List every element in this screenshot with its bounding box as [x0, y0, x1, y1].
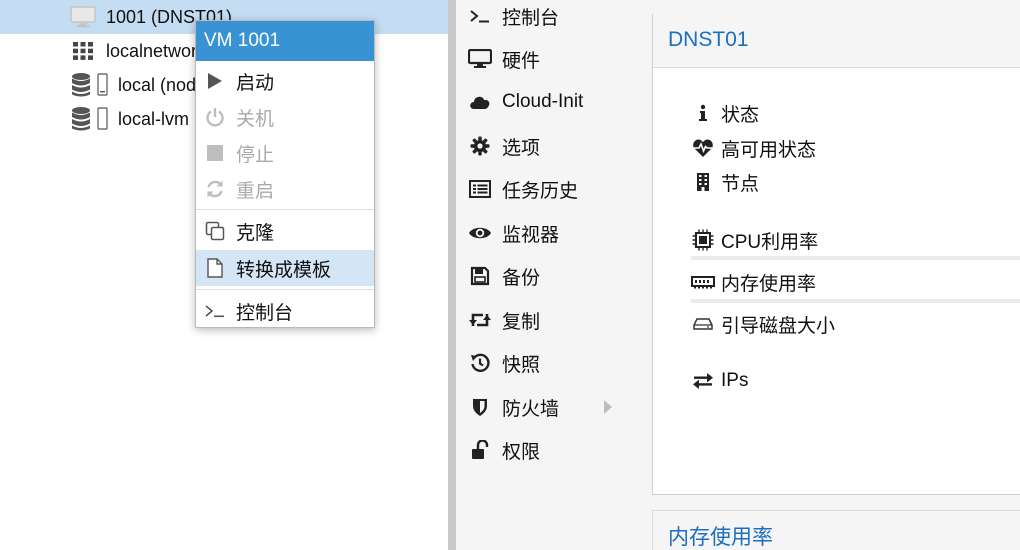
file-icon [204, 257, 226, 279]
refresh-icon [204, 178, 226, 200]
nav-item-firewall[interactable]: 防火墙 [456, 387, 636, 427]
node-row: 节点 [691, 167, 759, 197]
nav-item-monitor[interactable]: 监视器 [456, 213, 636, 253]
nav-item-console[interactable]: 控制台 [456, 0, 636, 36]
stop-icon [204, 142, 226, 164]
nav-item-replication[interactable]: 复制 [456, 300, 636, 340]
memory-usage-panel-header: 内存使用率 [652, 510, 1020, 550]
terminal-icon [468, 4, 492, 28]
ips-row: IPs [691, 366, 748, 396]
panel-splitter[interactable] [448, 0, 456, 550]
nav-item-label: 防火墙 [502, 398, 560, 420]
menu-item-label: 转换成模板 [236, 259, 332, 281]
tree-item-label: localnetwork [106, 40, 207, 61]
panel-title: DNST01 [668, 28, 749, 51]
nav-item-snapshots[interactable]: 快照 [456, 343, 636, 383]
storage-icon [70, 106, 110, 132]
memory-icon [691, 270, 715, 294]
history-icon [468, 351, 492, 375]
play-icon [204, 70, 226, 92]
nav-item-options[interactable]: 选项 [456, 126, 636, 166]
retweet-icon [468, 308, 492, 332]
nav-item-label: 权限 [502, 441, 541, 463]
memory-usage-bar [691, 299, 1020, 303]
row-label: 节点 [721, 173, 760, 195]
nav-item-label: 任务历史 [502, 180, 579, 202]
nav-item-label: 选项 [502, 137, 541, 159]
nav-item-label: 快照 [502, 354, 541, 376]
clone-icon [204, 220, 226, 242]
bootdisk-size-row: 引导磁盘大小 [691, 309, 835, 339]
cpu-chip-icon [691, 228, 715, 252]
row-label: 引导磁盘大小 [721, 315, 836, 337]
nav-item-label: 监视器 [502, 224, 560, 246]
power-icon [204, 106, 226, 128]
menu-item-label: 关机 [236, 108, 275, 130]
cpu-usage-row: CPU利用率 [691, 225, 818, 255]
building-icon [691, 170, 715, 194]
nav-item-task-history[interactable]: 任务历史 [456, 169, 636, 209]
cpu-usage-bar [691, 256, 1020, 260]
menu-item-label: 停止 [236, 144, 275, 166]
row-label: 内存使用率 [721, 273, 817, 295]
nav-item-hardware[interactable]: 硬件 [456, 39, 636, 79]
menu-item-label: 克隆 [236, 222, 275, 244]
grid-icon [68, 38, 98, 64]
list-icon [468, 177, 492, 201]
vm-monitor-icon [68, 4, 98, 30]
menu-separator [196, 289, 374, 290]
info-icon [691, 101, 715, 125]
panel-title: 内存使用率 [668, 526, 773, 549]
terminal-icon [204, 300, 226, 322]
row-label: IPs [721, 370, 749, 391]
nav-item-label: Cloud-Init [502, 91, 584, 112]
save-icon [468, 264, 492, 288]
context-menu-title: VM 1001 [196, 21, 374, 61]
menu-item-reboot[interactable]: 重启 [196, 171, 374, 207]
menu-separator [196, 209, 374, 210]
nav-item-backup[interactable]: 备份 [456, 256, 636, 296]
row-label: 状态 [721, 104, 760, 126]
eye-icon [468, 221, 492, 245]
summary-panel-header: DNST01 [653, 14, 1020, 68]
menu-item-stop[interactable]: 停止 [196, 135, 374, 171]
menu-item-label: 启动 [236, 72, 275, 94]
menu-item-clone[interactable]: 克隆 [196, 213, 374, 249]
memory-usage-row: 内存使用率 [691, 267, 816, 297]
storage-icon [70, 72, 110, 98]
status-row: 状态 [691, 98, 759, 128]
row-label: 高可用状态 [721, 139, 817, 161]
expand-arrow-icon[interactable] [604, 400, 612, 414]
nav-item-cloud-init[interactable]: Cloud-Init [456, 82, 636, 122]
nav-item-label: 硬件 [502, 50, 541, 72]
vm-config-nav: 控制台 硬件 Cloud-Init 选项 任务历史 监视器 备份 复制 快照 防… [456, 0, 636, 550]
vm-context-menu: VM 1001 启动 关机 停止 重启 克隆 转换成模板 控制台 [195, 20, 375, 328]
cloud-icon [468, 90, 492, 114]
summary-panel: DNST01 状态 高可用状态 节点 CPU利用率 内存使用率 引导磁盘大小 I… [652, 14, 1020, 495]
menu-item-start[interactable]: 启动 [196, 63, 374, 99]
shield-icon [468, 395, 492, 419]
heartbeat-icon [691, 136, 715, 160]
desktop-icon [468, 47, 492, 71]
exchange-icon [691, 369, 715, 393]
menu-item-label: 重启 [236, 180, 275, 202]
nav-item-permissions[interactable]: 权限 [456, 430, 636, 470]
menu-item-label: 控制台 [236, 302, 294, 324]
menu-item-convert-to-template[interactable]: 转换成模板 [196, 250, 374, 286]
hdd-icon [691, 312, 715, 336]
unlock-icon [468, 438, 492, 462]
nav-item-label: 控制台 [502, 7, 560, 29]
menu-item-shutdown[interactable]: 关机 [196, 99, 374, 135]
nav-item-label: 复制 [502, 311, 541, 333]
ha-status-row: 高可用状态 [691, 133, 816, 163]
nav-item-label: 备份 [502, 267, 541, 289]
row-label: CPU利用率 [721, 231, 819, 253]
content-area: DNST01 状态 高可用状态 节点 CPU利用率 内存使用率 引导磁盘大小 I… [636, 0, 1020, 550]
gear-icon [468, 134, 492, 158]
menu-item-console[interactable]: 控制台 [196, 293, 374, 329]
